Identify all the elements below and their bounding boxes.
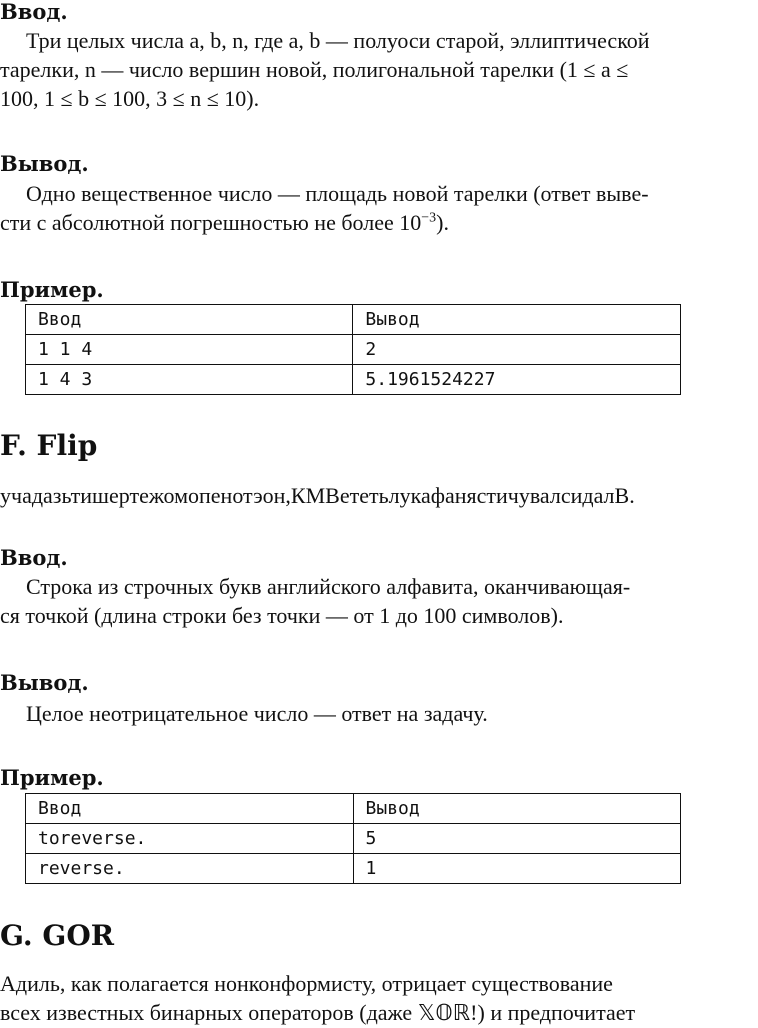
example-table: Ввод Вывод 1 1 4 2 1 4 3 5.1961524227 <box>24 304 681 395</box>
text-line: Одно вещественное число — площадь новой … <box>26 181 649 206</box>
output-heading: Вывод. <box>0 151 89 176</box>
text-line: всех известных бинарных операторов (даже… <box>0 1000 636 1025</box>
table-header-row: Ввод Вывод <box>25 793 682 824</box>
table-cell: toreverse. <box>25 823 354 854</box>
table-header-cell: Вывод <box>352 793 682 824</box>
problem-statement: учадазьтишертежомопенотэон,КМВететьлукаф… <box>0 481 756 510</box>
example-heading: Пример. <box>0 277 104 302</box>
table-header-cell: Вывод <box>352 304 681 335</box>
table-cell: 1 <box>352 853 682 884</box>
output-heading: Вывод. <box>0 670 89 695</box>
text-line: учадазьтишертежомопенотэон,КМВететьлукаф… <box>0 483 635 508</box>
table-cell: reverse. <box>25 853 354 884</box>
problem-title: G. GOR <box>0 919 114 952</box>
text-line: Целое неотрицательное число — ответ на з… <box>26 701 488 726</box>
table-row: 1 4 3 5.1961524227 <box>24 364 681 395</box>
input-description: Строка из строчных букв английского алфа… <box>0 572 756 630</box>
table-header-row: Ввод Вывод <box>24 304 681 335</box>
output-description: Целое неотрицательное число — ответ на з… <box>0 699 756 728</box>
text-line: 100, 1 ≤ b ≤ 100, 3 ≤ n ≤ 10). <box>0 86 260 111</box>
table-cell: 2 <box>352 334 681 365</box>
table-cell: 1 4 3 <box>24 364 354 395</box>
example-heading: Пример. <box>0 765 104 790</box>
exponent: −3 <box>421 210 437 226</box>
text-line: сти с абсолютной погрешностью не более 1… <box>0 208 756 237</box>
table-header-cell: Ввод <box>25 793 354 824</box>
table-cell: 1 1 4 <box>24 334 354 365</box>
table-row: reverse. 1 <box>25 853 682 884</box>
text-fragment: сти с абсолютной погрешностью не более 1… <box>0 210 422 235</box>
table-row: toreverse. 5 <box>25 823 682 854</box>
text-line: Адиль, как полагается нонконформисту, от… <box>0 971 613 996</box>
problem-statement: Адиль, как полагается нонконформисту, от… <box>0 969 756 1027</box>
input-heading: Ввод. <box>0 0 68 24</box>
table-cell: 5.1961524227 <box>352 364 681 395</box>
problem-title: F. Flip <box>0 429 98 462</box>
table-header-cell: Ввод <box>24 304 354 335</box>
input-heading: Ввод. <box>0 545 68 570</box>
text-line: Три целых числа a, b, n, где a, b — полу… <box>26 28 650 53</box>
input-description: Три целых числа a, b, n, где a, b — полу… <box>0 26 756 113</box>
text-line: Строка из строчных букв английского алфа… <box>26 574 631 599</box>
text-line: ся точкой (длина строки без точки — от 1… <box>0 603 564 628</box>
output-description: Одно вещественное число — площадь новой … <box>0 179 756 237</box>
text-line: тарелки, n — число вершин новой, полигон… <box>0 57 629 82</box>
table-row: 1 1 4 2 <box>24 334 681 365</box>
table-cell: 5 <box>352 823 682 854</box>
example-table: Ввод Вывод toreverse. 5 reverse. 1 <box>25 793 682 884</box>
text-fragment: ). <box>436 210 449 235</box>
